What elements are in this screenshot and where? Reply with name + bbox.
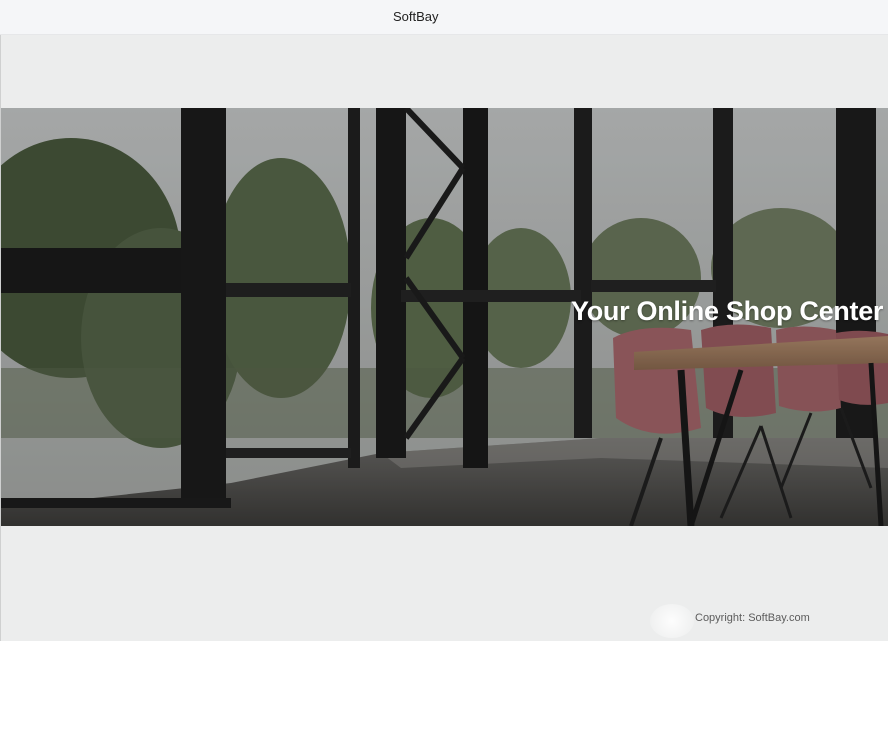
- footer-copyright: Copyright: SoftBay.com: [695, 612, 810, 624]
- footer-decoration: [650, 604, 694, 638]
- hero-title: Your Online Shop Center: [571, 296, 884, 326]
- navbar: SoftBay: [0, 0, 888, 35]
- brand-link[interactable]: SoftBay: [393, 9, 439, 24]
